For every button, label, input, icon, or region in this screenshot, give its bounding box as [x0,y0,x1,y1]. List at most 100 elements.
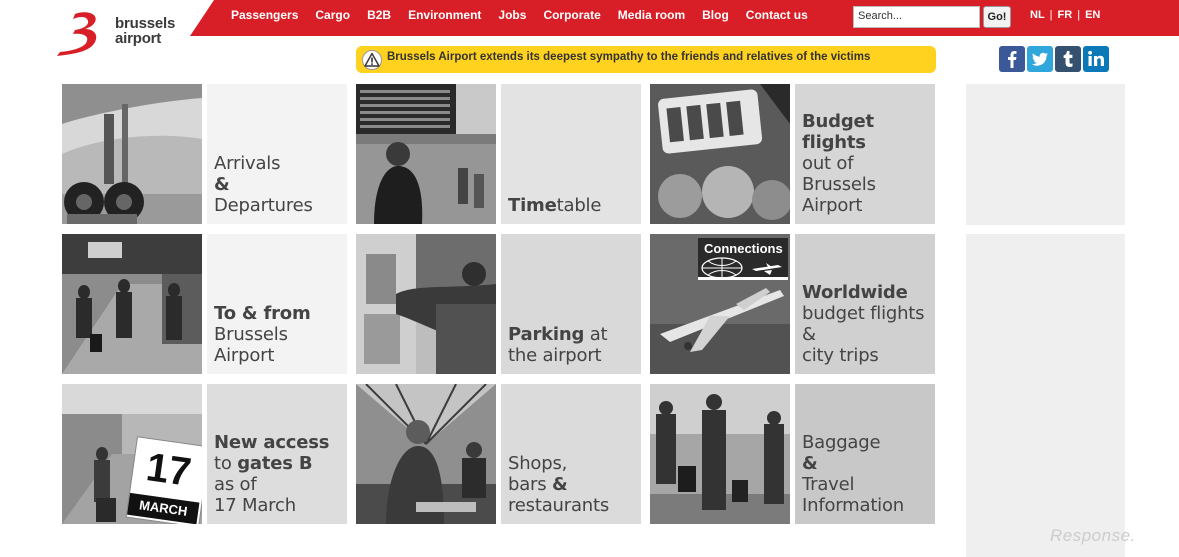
tile-timetable[interactable]: Timetable [356,84,641,224]
tile-caption: Parking at the airport [508,324,637,366]
brussels-airport-logo[interactable]: brussels airport [55,10,195,58]
caption-part: Baggage [802,432,881,453]
caption-part: table [556,195,602,216]
caption-part: flights [802,132,866,153]
calendar-day: 17 [143,445,194,495]
tile-photo [62,84,202,224]
tile-photo [650,384,790,524]
caption-part: as of [214,474,257,495]
badge-label: Connections [704,241,783,256]
nav-contact-us[interactable]: Contact us [746,8,808,22]
globe-plane-icon [701,257,782,279]
lang-nl[interactable]: NL [1030,9,1045,21]
caption-part: & [551,474,568,495]
caption-part: Airport [214,345,275,366]
nav-corporate[interactable]: Corporate [543,8,600,22]
main-nav: Passengers Cargo B2B Environment Jobs Co… [231,8,825,22]
alert-text: Brussels Airport extends its deepest sym… [387,51,871,63]
lang-fr[interactable]: FR [1058,9,1073,21]
nav-environment[interactable]: Environment [408,8,481,22]
tile-label: Worldwide budget flights & city trips [795,234,935,374]
alert-banner[interactable]: Brussels Airport extends its deepest sym… [356,46,936,73]
tile-photo [356,84,496,224]
tumblr-icon[interactable] [1055,46,1081,72]
lang-separator: | [1077,9,1081,21]
caption-part: & [802,324,816,345]
go-button[interactable]: Go! [983,6,1011,28]
caption-part: Budget [802,111,874,132]
tile-arrivals-departures[interactable]: Arrivals & Departures [62,84,347,224]
caption-part: Travel [802,474,855,495]
caption-part: & [214,174,230,195]
side-panel-top [966,84,1125,225]
linkedin-icon[interactable] [1083,46,1109,72]
tile-caption: Shops, bars & restaurants [508,453,637,516]
tile-label: Baggage & Travel Information [795,384,935,524]
nav-b2b[interactable]: B2B [367,8,391,22]
tile-baggage-travel-info[interactable]: Baggage & Travel Information [650,384,935,524]
caption-part: Shops, [508,453,568,474]
connections-badge: Connections [698,238,788,280]
lang-en[interactable]: EN [1085,9,1100,21]
nav-passengers[interactable]: Passengers [231,8,298,22]
tile-caption: Baggage & Travel Information [802,432,931,516]
tile-photo [356,384,496,524]
caption-part: the airport [508,345,602,366]
caption-part: Departures [214,195,313,216]
tile-caption: Budget flights out of Brussels Airport [802,111,931,216]
tile-photo [62,234,202,374]
caption-part: at [584,324,608,345]
logo-line-1: brussels [115,15,176,32]
calendar-page: 17 MARCH [126,437,202,524]
response-watermark: Response. [1050,526,1136,545]
lang-separator: | [1049,9,1053,21]
search-input[interactable]: Search... [853,6,980,28]
caption-part: 17 March [214,495,296,516]
tile-photo: 17 MARCH [62,384,202,524]
tile-caption: Timetable [508,195,637,216]
logo-line-2: airport [115,30,162,47]
caption-part: Time [508,195,557,216]
caption-part: budget flights [802,303,925,324]
tile-photo: Connections [650,234,790,374]
tile-parking[interactable]: Parking at the airport [356,234,641,374]
caption-part: New access [214,432,330,453]
twitter-icon[interactable] [1027,46,1053,72]
caption-part: to [214,453,238,474]
tile-new-access-gates-b[interactable]: 17 MARCH New access to gates Bas of 17 Mar… [62,384,347,524]
tile-caption: Worldwide budget flights & city trips [802,282,931,366]
tile-label: Arrivals & Departures [207,84,347,224]
tile-shops-bars[interactable]: Shops, bars & restaurants [356,384,641,524]
logo-b-mark-icon [57,12,97,56]
tile-label: Timetable [501,84,641,224]
caption-part: Parking [508,324,585,345]
language-switcher: NL | FR | EN [1030,9,1100,21]
side-panel-bottom [966,234,1125,557]
caption-part: Information [802,495,904,516]
logo-text: brussels airport [115,16,175,46]
caption-part: out of [802,153,854,174]
caption-part: restaurants [508,495,610,516]
caption-part: Arrivals [214,153,281,174]
tile-label: Shops, bars & restaurants [501,384,641,524]
tile-label: To & from Brussels Airport [207,234,347,374]
nav-jobs[interactable]: Jobs [498,8,526,22]
caption-part: To & from [214,303,311,324]
tile-photo [356,234,496,374]
caption-part: Brussels [802,174,876,195]
caption-part: city trips [802,345,879,366]
nav-cargo[interactable]: Cargo [315,8,350,22]
tile-worldwide[interactable]: Connections Worldwide budget flights & city… [650,234,935,374]
nav-media-room[interactable]: Media room [618,8,685,22]
tile-caption: Arrivals & Departures [214,153,343,216]
tile-label: Parking at the airport [501,234,641,374]
caption-part: gates B [237,453,313,474]
caption-part: bars [508,474,552,495]
tile-caption: New access to gates Bas of 17 March [214,432,343,516]
facebook-icon[interactable] [999,46,1025,72]
caption-part: Brussels [214,324,288,345]
nav-blog[interactable]: Blog [702,8,729,22]
tile-budget-flights[interactable]: Budget flights out of Brussels Airport [650,84,935,224]
warning-icon [362,50,382,70]
tile-to-from-brussels[interactable]: To & from Brussels Airport [62,234,347,374]
